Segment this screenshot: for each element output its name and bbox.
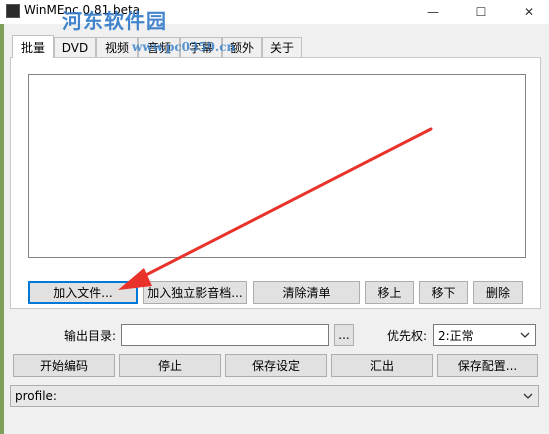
tab-dvd[interactable]: DVD (54, 37, 96, 57)
save-config-button[interactable]: 保存配置... (437, 354, 538, 377)
profile-select[interactable]: profile: (10, 385, 539, 407)
file-list[interactable] (28, 74, 526, 258)
stop-button[interactable]: 停止 (119, 354, 221, 377)
minimize-icon[interactable]: — (410, 0, 456, 24)
add-standalone-media-button[interactable]: 加入独立影音档... (143, 281, 247, 304)
output-dir-label: 输出目录: (64, 329, 117, 343)
clear-list-button[interactable]: 清除清单 (253, 281, 360, 304)
chevron-down-icon (520, 332, 530, 338)
priority-selected-value: 2:正常 (438, 328, 474, 343)
start-encode-button[interactable]: 开始编码 (13, 354, 115, 377)
browse-button[interactable]: ... (334, 324, 354, 346)
move-up-button[interactable]: 移上 (365, 281, 414, 304)
profile-selected-value: profile: (15, 389, 57, 403)
export-button[interactable]: 汇出 (331, 354, 433, 377)
add-file-button[interactable]: 加入文件... (28, 281, 138, 304)
maximize-icon[interactable]: ☐ (458, 0, 504, 24)
tab-batch[interactable]: 批量 (12, 35, 54, 58)
move-down-button[interactable]: 移下 (419, 281, 468, 304)
output-dir-field[interactable] (121, 324, 329, 346)
priority-label: 优先权: (387, 329, 428, 343)
tab-about[interactable]: 关于 (262, 37, 302, 57)
app-icon (6, 4, 20, 18)
priority-select[interactable]: 2:正常 (433, 324, 536, 346)
chevron-down-icon (523, 393, 533, 399)
watermark-url: www.pc0359.cn (132, 40, 236, 54)
delete-button[interactable]: 删除 (473, 281, 523, 304)
close-icon[interactable]: ✕ (506, 0, 549, 24)
save-settings-button[interactable]: 保存设定 (225, 354, 327, 377)
watermark-logo: 河东软件园 (62, 9, 167, 33)
left-edge-strip (0, 0, 4, 434)
